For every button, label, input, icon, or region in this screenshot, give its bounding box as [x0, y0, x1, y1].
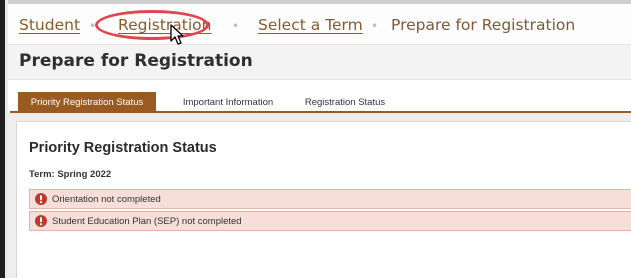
alert-row: Orientation not completed — [29, 189, 631, 209]
mouse-pointer-icon — [170, 24, 184, 45]
breadcrumb-current: Prepare for Registration — [391, 16, 576, 34]
exclamation-circle-icon — [35, 215, 47, 227]
alert-message: Orientation not completed — [52, 194, 161, 205]
panel-heading: Priority Registration Status — [29, 140, 217, 156]
breadcrumb-student-link[interactable]: Student — [19, 16, 80, 34]
breadcrumb-select-term-link[interactable]: Select a Term — [258, 16, 363, 34]
term-label: Term: Spring 2022 — [29, 169, 112, 180]
exclamation-circle-icon — [35, 193, 47, 205]
tab-important-information[interactable]: Important Information — [172, 92, 284, 112]
page-title: Prepare for Registration — [19, 51, 253, 71]
breadcrumb-separator: • — [232, 19, 240, 33]
priority-status-panel: Priority Registration Status Term: Sprin… — [16, 121, 631, 278]
tab-strip: Priority Registration Status Important I… — [8, 80, 631, 112]
page-header: Prepare for Registration — [8, 45, 631, 80]
alert-message: Student Education Plan (SEP) not complet… — [52, 216, 242, 227]
alert-row: Student Education Plan (SEP) not complet… — [29, 211, 631, 231]
tab-registration-status[interactable]: Registration Status — [296, 92, 394, 112]
tab-priority-registration-status[interactable]: Priority Registration Status — [18, 92, 156, 112]
breadcrumb-separator: • — [371, 19, 379, 33]
annotation-highlight-ring — [95, 10, 209, 40]
